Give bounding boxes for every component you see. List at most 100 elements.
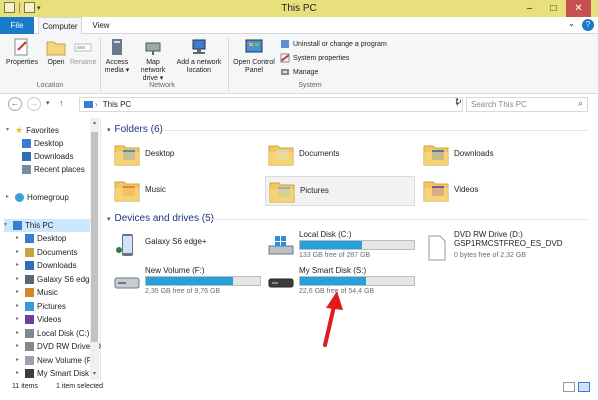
folder-tile[interactable]: Downloads xyxy=(420,140,570,170)
expand-icon[interactable]: ▸ xyxy=(16,259,22,272)
expand-icon[interactable]: ▸ xyxy=(16,367,22,380)
refresh-icon[interactable]: ↻ xyxy=(455,97,462,106)
tree-item-icon xyxy=(25,247,34,257)
folder-icon xyxy=(269,182,295,203)
expand-icon[interactable]: ▸ xyxy=(16,327,22,340)
system-properties-button[interactable]: System properties xyxy=(280,53,349,63)
uninstall-program-button[interactable]: Uninstall or change a program xyxy=(280,39,387,49)
folder-tile[interactable]: Desktop xyxy=(111,140,261,170)
drive-new-volume-f[interactable]: New Volume (F:) 2,35 GB free of 9,76 GB xyxy=(111,266,261,302)
recent-places-icon xyxy=(22,165,31,174)
nav-this-pc-label: This PC xyxy=(25,221,54,230)
title-bar: ▾ This PC – □ ✕ xyxy=(0,0,598,17)
chevron-down-icon[interactable]: ⌄ xyxy=(568,19,580,28)
rename-icon xyxy=(74,43,92,52)
scroll-down-icon[interactable]: ▾ xyxy=(90,370,99,377)
downloads-icon xyxy=(22,152,31,161)
scroll-up-icon[interactable]: ▴ xyxy=(90,119,99,126)
up-button[interactable]: ↑ xyxy=(59,98,64,108)
tree-item-icon xyxy=(25,369,34,378)
devices-section-header[interactable]: ▾ Devices and drives (5) xyxy=(107,213,214,224)
folder-tile[interactable]: Videos xyxy=(420,176,570,206)
details-view-icon[interactable] xyxy=(563,382,575,392)
help-icon[interactable]: ? xyxy=(582,19,594,31)
manage-button[interactable]: Manage xyxy=(280,67,318,77)
folder-tile[interactable]: Documents xyxy=(265,140,415,170)
tab-view[interactable]: View xyxy=(86,17,116,34)
properties-button[interactable]: Properties xyxy=(6,37,38,67)
expand-icon[interactable]: ▸ xyxy=(16,300,22,313)
nav-this-pc[interactable]: ▾ This PC xyxy=(4,219,90,232)
nav-tree-item[interactable]: ▸ Music xyxy=(16,286,58,299)
folder-tile[interactable]: Pictures xyxy=(265,176,415,206)
nav-favorites-desktop[interactable]: Desktop xyxy=(22,137,63,150)
navigation-scrollbar[interactable]: ▴ ▾ xyxy=(90,118,99,380)
rename-label: Rename xyxy=(70,59,97,66)
nav-tree-item[interactable]: ▸ Galaxy S6 edge+ xyxy=(16,273,99,286)
open-control-panel-button[interactable]: Open Control Panel xyxy=(230,37,278,75)
nav-tree-item[interactable]: ▸ Videos xyxy=(16,313,61,326)
ribbon: Properties Open Rename Location Access m… xyxy=(0,34,598,94)
dvd-drive-icon xyxy=(428,235,446,261)
back-button[interactable]: ← xyxy=(8,97,22,111)
scrollbar-thumb[interactable] xyxy=(91,132,98,342)
nav-homegroup[interactable]: ▸ Homegroup xyxy=(6,191,69,204)
nav-tree-item[interactable]: ▸ Pictures xyxy=(16,300,66,313)
access-media-button[interactable]: Access media ▾ xyxy=(102,37,132,75)
nav-recent-places[interactable]: Recent places xyxy=(22,163,85,176)
forward-button[interactable]: → xyxy=(27,97,41,111)
nav-tree-item[interactable]: ▸ Documents xyxy=(16,246,77,259)
expand-icon[interactable]: ▸ xyxy=(16,246,22,259)
network-drive-icon xyxy=(145,42,161,55)
nav-favorites-downloads[interactable]: Downloads xyxy=(22,150,74,163)
folders-section-header[interactable]: ▾ Folders (6) xyxy=(107,124,163,135)
expand-icon[interactable]: ▸ xyxy=(16,313,22,326)
desktop-icon xyxy=(22,139,31,148)
nav-tree-item[interactable]: ▸ My Smart Disk (S xyxy=(16,367,99,380)
recent-locations-button[interactable]: ▾ xyxy=(46,99,50,107)
minimize-button[interactable]: – xyxy=(517,0,542,17)
device-galaxy[interactable]: Galaxy S6 edge+ xyxy=(111,228,261,264)
nav-tree-item[interactable]: ▸ Local Disk (C:) xyxy=(16,327,89,340)
expand-icon[interactable]: ▸ xyxy=(16,232,22,245)
folder-label: Desktop xyxy=(145,149,175,158)
folders-header-label: Folders (6) xyxy=(114,124,163,135)
nav-tree-item[interactable]: ▸ DVD RW Drive (D xyxy=(16,340,101,353)
nav-favorites[interactable]: ▾ ★ Favorites xyxy=(6,124,59,137)
large-icons-view-icon[interactable] xyxy=(578,382,590,392)
expand-icon[interactable]: ▸ xyxy=(16,286,22,299)
manage-icon xyxy=(281,69,289,75)
collapse-icon[interactable]: ▾ xyxy=(4,219,10,232)
nav-tree-item-label: Local Disk (C:) xyxy=(37,328,90,338)
expand-icon[interactable]: ▸ xyxy=(16,340,22,353)
nav-tree-item[interactable]: ▸ Desktop xyxy=(16,232,66,245)
collapse-icon[interactable]: ▾ xyxy=(6,124,12,137)
tree-item-icon xyxy=(25,234,34,243)
drive-dvd-d[interactable]: DVD RW Drive (D:) GSP1RMCSTFREO_ES_DVD 0… xyxy=(420,230,588,266)
tab-computer[interactable]: Computer xyxy=(38,17,82,34)
open-button[interactable]: Open xyxy=(43,37,69,67)
dvd-volume-label: GSP1RMCSTFREO_ES_DVD xyxy=(454,239,563,248)
folder-tile[interactable]: Music xyxy=(111,176,261,206)
expand-icon[interactable]: ▸ xyxy=(16,273,22,286)
usb-drive-icon xyxy=(268,278,294,288)
close-button[interactable]: ✕ xyxy=(566,0,591,17)
expand-icon[interactable]: ▸ xyxy=(6,191,12,204)
manage-label: Manage xyxy=(293,68,319,76)
add-network-location-button[interactable]: Add a network location xyxy=(174,37,224,75)
chevron-down-icon[interactable]: ▾ xyxy=(107,126,111,134)
tab-file[interactable]: File xyxy=(0,17,34,34)
nav-tree-item[interactable]: ▸ New Volume (F:) xyxy=(16,354,97,367)
rename-button[interactable]: Rename xyxy=(70,37,96,67)
chevron-down-icon[interactable]: ▾ xyxy=(107,215,111,223)
drive-local-c[interactable]: Local Disk (C:) 133 GB free of 287 GB xyxy=(265,230,415,266)
address-bar[interactable]: › This PC ▾ xyxy=(79,97,463,112)
expand-icon[interactable]: ▸ xyxy=(16,354,22,367)
search-input[interactable]: Search This PC xyxy=(466,97,588,112)
maximize-button[interactable]: □ xyxy=(541,0,566,17)
nav-tree-item[interactable]: ▸ Downloads xyxy=(16,259,77,272)
media-server-icon xyxy=(112,39,122,55)
smart-disk-name: My Smart Disk (S:) xyxy=(299,266,367,275)
map-network-drive-button[interactable]: Map network drive ▾ xyxy=(133,37,173,83)
tree-item-icon xyxy=(25,328,34,338)
